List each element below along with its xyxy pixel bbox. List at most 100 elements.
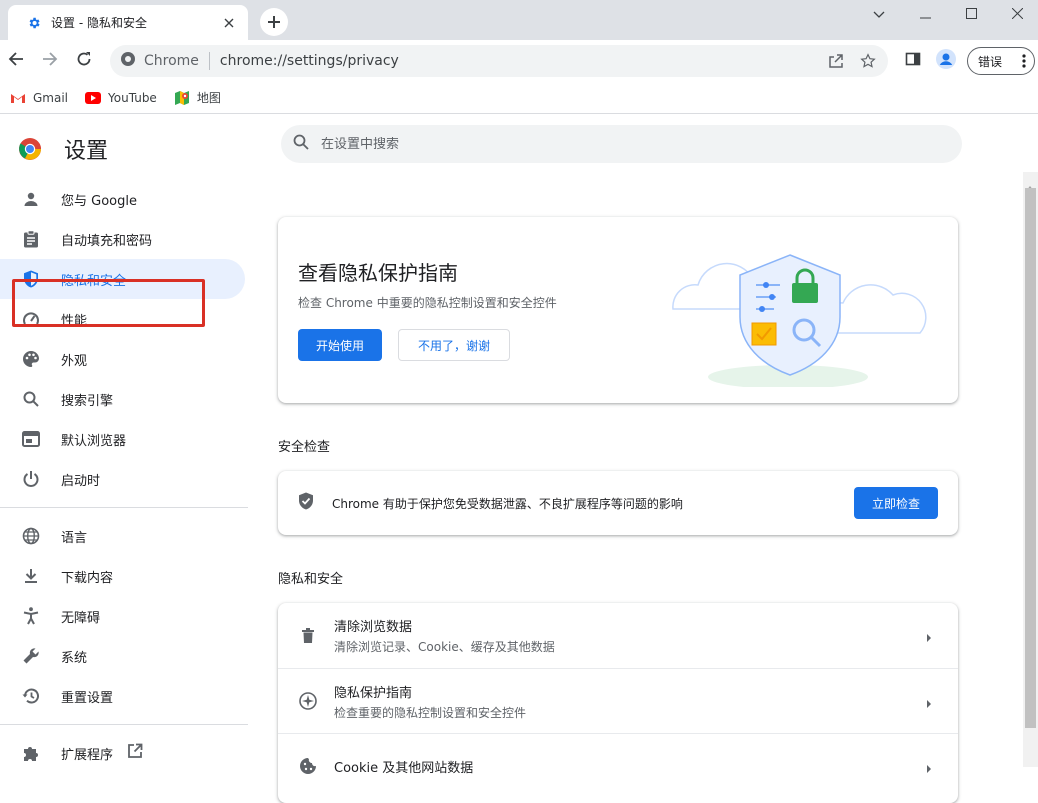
arrow-right-icon [42, 51, 58, 71]
reload-icon [76, 51, 92, 71]
sidebar-item-label: 自动填充和密码 [61, 233, 153, 249]
avatar-icon [936, 49, 956, 73]
sidebar-item-label: 您与 Google [61, 193, 137, 209]
open-in-new-icon [127, 743, 143, 763]
profile-error-chip[interactable]: 错误 [967, 47, 1035, 75]
bookmark-youtube[interactable]: YouTube [85, 90, 157, 106]
forward-button[interactable] [36, 47, 64, 75]
site-name: Chrome [144, 53, 199, 69]
share-icon[interactable] [824, 49, 848, 73]
accessibility-icon [21, 606, 41, 626]
list-item-cookies[interactable]: Cookie 及其他网站数据 [278, 733, 958, 798]
chrome-logo-icon [18, 137, 42, 161]
privacy-security-heading: 隐私和安全 [278, 572, 344, 587]
sidebar-item-accessibility[interactable]: 无障碍 [0, 596, 245, 636]
safety-check-card: Chrome 有助于保护您免受数据泄露、不良扩展程序等问题的影响 立即检查 [278, 471, 958, 535]
guide-title: 查看隐私保护指南 [298, 261, 458, 285]
privacy-list-card: 清除浏览数据 清除浏览记录、Cookie、缓存及其他数据 隐私保护指南 检查重要… [278, 603, 958, 803]
check-now-button[interactable]: 立即检查 [854, 487, 938, 519]
minimize-icon [919, 4, 931, 23]
search-icon [293, 134, 309, 154]
minimize-button[interactable] [902, 0, 948, 26]
chevron-right-icon [924, 760, 934, 773]
trash-icon [298, 626, 318, 646]
dismiss-guide-button[interactable]: 不用了，谢谢 [398, 329, 510, 361]
sidebar-item-on-startup[interactable]: 启动时 [0, 459, 245, 499]
close-tab-icon[interactable] [220, 14, 238, 32]
sidebar-item-performance[interactable]: 性能 [0, 299, 245, 339]
maximize-icon [965, 4, 977, 23]
bookmark-maps[interactable]: 地图 [174, 89, 221, 106]
speedometer-icon [21, 309, 41, 329]
list-item-clear-browsing-data[interactable]: 清除浏览数据 清除浏览记录、Cookie、缓存及其他数据 [278, 603, 958, 668]
clipboard-icon [21, 229, 41, 249]
sidebar-item-label: 隐私和安全 [61, 273, 127, 289]
gear-icon [26, 15, 42, 31]
list-item-privacy-guide[interactable]: 隐私保护指南 检查重要的隐私控制设置和安全控件 [278, 668, 958, 733]
side-panel-button[interactable] [900, 48, 926, 74]
address-bar[interactable]: Chrome chrome://settings/privacy [110, 45, 888, 77]
chevron-right-icon [924, 695, 934, 708]
sidebar: 您与 Google 自动填充和密码 隐私和安全 性能 外观 搜索引擎 默认浏览器 [0, 179, 248, 773]
scrollbar-thumb[interactable] [1025, 188, 1036, 728]
row-subtitle: 清除浏览记录、Cookie、缓存及其他数据 [334, 640, 555, 654]
arrow-left-icon [8, 51, 24, 71]
sidebar-item-autofill[interactable]: 自动填充和密码 [0, 219, 245, 259]
settings-brand: 设置 [18, 133, 108, 165]
guide-subtitle: 检查 Chrome 中重要的隐私控制设置和安全控件 [298, 296, 557, 310]
sidebar-item-privacy[interactable]: 隐私和安全 [0, 259, 245, 299]
menu-dots-icon[interactable] [1022, 54, 1026, 68]
sidebar-item-label: 外观 [61, 353, 88, 369]
safety-check-heading: 安全检查 [278, 440, 331, 455]
close-window-button[interactable] [994, 0, 1038, 26]
browser-tab[interactable]: 设置 - 隐私和安全 [8, 5, 248, 40]
bookmark-star-icon[interactable] [856, 49, 880, 73]
omnibox-separator [208, 52, 210, 70]
bookmark-label: 地图 [196, 91, 221, 105]
cookie-icon [298, 756, 318, 776]
start-guide-button[interactable]: 开始使用 [298, 329, 382, 361]
youtube-icon [85, 90, 102, 106]
page-scrollbar[interactable] [1023, 172, 1038, 767]
settings-search[interactable] [281, 125, 962, 163]
url-text[interactable]: chrome://settings/privacy [220, 53, 399, 69]
sidebar-item-label: 扩展程序 [61, 747, 114, 763]
bookmark-label: YouTube [108, 90, 157, 105]
side-panel-icon [905, 51, 921, 71]
back-button[interactable] [2, 47, 30, 75]
sidebar-item-you-and-google[interactable]: 您与 Google [0, 179, 245, 219]
sidebar-item-appearance[interactable]: 外观 [0, 339, 245, 379]
sidebar-divider [0, 724, 248, 725]
privacy-guide-card: 查看隐私保护指南 检查 Chrome 中重要的隐私控制设置和安全控件 开始使用 … [278, 217, 958, 403]
close-icon [1011, 4, 1023, 23]
reload-button[interactable] [70, 47, 98, 75]
sidebar-item-reset[interactable]: 重置设置 [0, 676, 245, 716]
tab-search-button[interactable] [856, 0, 902, 26]
chevron-right-icon [924, 629, 934, 642]
sidebar-item-label: 启动时 [61, 473, 101, 489]
sidebar-item-default-browser[interactable]: 默认浏览器 [0, 419, 245, 459]
chevron-down-icon [873, 4, 885, 23]
sidebar-item-downloads[interactable]: 下载内容 [0, 556, 245, 596]
puzzle-icon [21, 743, 41, 763]
shield-check-icon [298, 492, 314, 514]
maximize-button[interactable] [948, 0, 994, 26]
profile-button[interactable] [933, 48, 959, 74]
page-title: 设置 [64, 139, 109, 164]
safety-check-text: Chrome 有助于保护您免受数据泄露、不良扩展程序等问题的影响 [332, 496, 683, 511]
sidebar-item-search-engine[interactable]: 搜索引擎 [0, 379, 245, 419]
sidebar-item-system[interactable]: 系统 [0, 636, 245, 676]
bookmark-gmail[interactable]: Gmail [10, 90, 68, 106]
settings-page: 设置 您与 Google 自动填充和密码 隐私和安全 性能 外观 [0, 115, 1038, 803]
profile-error-label: 错误 [978, 54, 1003, 69]
chrome-site-icon [120, 51, 136, 71]
new-tab-button[interactable] [260, 8, 288, 36]
sidebar-item-languages[interactable]: 语言 [0, 516, 245, 556]
toolbar: Chrome chrome://settings/privacy 错误 [0, 40, 1038, 82]
search-input[interactable] [321, 136, 921, 152]
row-subtitle: 检查重要的隐私控制设置和安全控件 [334, 705, 527, 720]
search-icon [21, 389, 41, 409]
gmail-icon [10, 90, 26, 106]
sidebar-item-extensions[interactable]: 扩展程序 [0, 733, 245, 773]
sidebar-item-label: 语言 [61, 530, 88, 546]
